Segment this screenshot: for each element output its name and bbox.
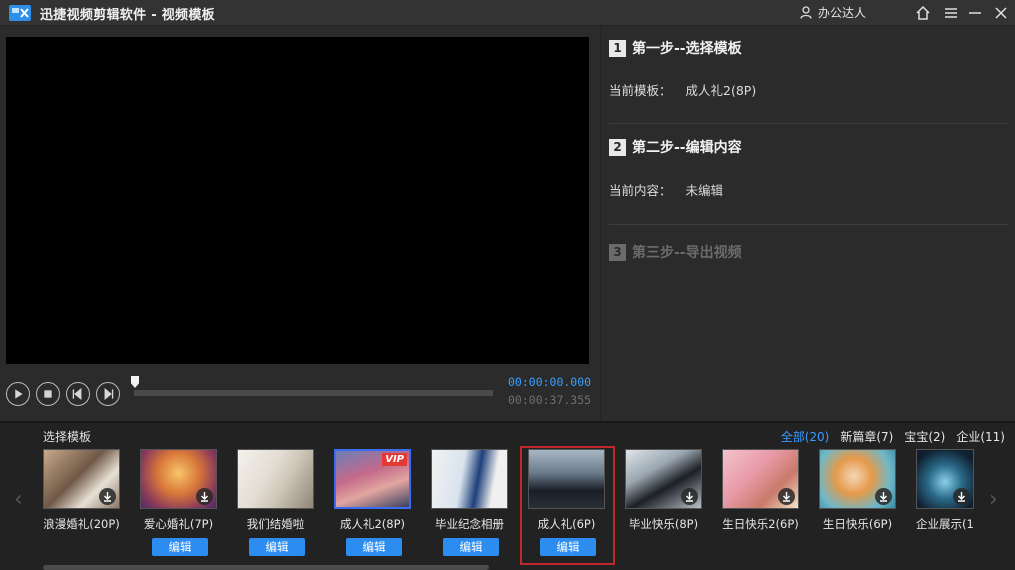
edit-button[interactable]: 编辑 xyxy=(249,538,305,556)
step-3-number: 3 xyxy=(609,243,626,261)
step-1-number: 1 xyxy=(609,39,626,57)
step-1-title: 1 第一步--选择模板 xyxy=(609,38,742,58)
template-name: 生日快乐(6P) xyxy=(822,517,893,531)
template-thumbnail[interactable] xyxy=(43,449,120,509)
close-icon[interactable] xyxy=(992,4,1010,22)
step-3-title: 3 第三步--导出视频 xyxy=(609,242,742,262)
scroll-right-icon[interactable]: › xyxy=(989,487,998,512)
user-icon xyxy=(800,6,812,19)
template-card[interactable]: 生日快乐2(6P) xyxy=(722,449,802,532)
category-tabs: 全部(20) 新篇章(7) 宝宝(2) 企业(11) xyxy=(781,428,1005,445)
step-2-number: 2 xyxy=(609,138,626,156)
step-1-label: 第一步--选择模板 xyxy=(632,41,742,57)
total-time: 00:00:37.355 xyxy=(508,393,592,407)
template-card[interactable]: 爱心婚礼(7P) 编辑 xyxy=(140,449,220,556)
template-thumbnail[interactable]: VIP xyxy=(334,449,411,509)
template-card[interactable]: 浪漫婚礼(20P) xyxy=(43,449,123,532)
current-content-label: 当前内容： xyxy=(609,183,672,198)
edit-button[interactable]: 编辑 xyxy=(346,538,402,556)
category-baby[interactable]: 宝宝(2) xyxy=(904,428,945,445)
template-selector: 选择模板 全部(20) 新篇章(7) 宝宝(2) 企业(11) ‹ › 浪漫婚礼… xyxy=(0,421,1015,570)
download-icon[interactable] xyxy=(953,488,970,505)
window-title: 迅捷视频剪辑软件 - 视频模板 xyxy=(40,8,215,23)
app-logo-icon xyxy=(9,5,31,21)
template-card[interactable]: 企业展示(1 xyxy=(916,449,976,532)
download-icon[interactable] xyxy=(778,488,795,505)
template-card[interactable]: 生日快乐(6P) xyxy=(819,449,899,532)
category-new-chapter[interactable]: 新篇章(7) xyxy=(840,428,893,445)
current-template-label: 当前模板： xyxy=(609,83,672,98)
download-icon[interactable] xyxy=(875,488,892,505)
edit-button[interactable]: 编辑 xyxy=(443,538,499,556)
download-icon[interactable] xyxy=(99,488,116,505)
minimize-icon[interactable] xyxy=(966,4,984,22)
menu-icon[interactable] xyxy=(942,4,960,22)
next-frame-button[interactable] xyxy=(96,382,120,406)
scroll-left-icon[interactable]: ‹ xyxy=(14,487,23,512)
template-thumbnail[interactable] xyxy=(819,449,896,509)
step-2-label: 第二步--编辑内容 xyxy=(632,140,742,156)
template-card[interactable]: 毕业纪念相册 编辑 xyxy=(431,449,511,556)
user-name: 办公达人 xyxy=(818,6,867,20)
category-all[interactable]: 全部(20) xyxy=(781,428,830,445)
current-template-info: 当前模板： 成人礼2(8P) xyxy=(609,80,756,99)
app-window: 迅捷视频剪辑软件 - 视频模板 办公达人 00:00:00.000 00:00:… xyxy=(0,0,1015,570)
step-3-label: 第三步--导出视频 xyxy=(632,245,742,261)
download-icon[interactable] xyxy=(196,488,213,505)
template-name: 企业展示(1 xyxy=(916,517,974,531)
template-name: 我们结婚啦 xyxy=(246,517,305,531)
template-name: 毕业纪念相册 xyxy=(435,517,504,531)
previous-frame-button[interactable] xyxy=(66,382,90,406)
category-business[interactable]: 企业(11) xyxy=(956,428,1005,445)
template-thumbnail[interactable] xyxy=(625,449,702,509)
step-divider xyxy=(609,123,1009,124)
current-content-info: 当前内容： 未编辑 xyxy=(609,180,723,199)
vip-badge: VIP xyxy=(382,453,407,466)
template-thumbnail[interactable] xyxy=(528,449,605,509)
edit-button[interactable]: 编辑 xyxy=(540,538,596,556)
edit-button[interactable]: 编辑 xyxy=(152,538,208,556)
template-name: 成人礼(6P) xyxy=(537,517,596,531)
step-2-title: 2 第二步--编辑内容 xyxy=(609,137,742,157)
template-name: 浪漫婚礼(20P) xyxy=(43,517,120,531)
template-name: 成人礼2(8P) xyxy=(339,517,406,531)
template-thumbnail[interactable] xyxy=(140,449,217,509)
timeline-track[interactable] xyxy=(134,390,493,396)
current-template-value: 成人礼2(8P) xyxy=(685,83,757,98)
select-template-label: 选择模板 xyxy=(43,430,92,444)
template-card[interactable]: 毕业快乐(8P) xyxy=(625,449,705,532)
template-thumbnail[interactable] xyxy=(431,449,508,509)
current-content-value: 未编辑 xyxy=(685,183,724,198)
step-divider xyxy=(609,224,1009,225)
play-button[interactable] xyxy=(6,382,30,406)
template-card[interactable]: VIP 成人礼2(8P) 编辑 xyxy=(334,449,414,556)
horizontal-scrollbar[interactable] xyxy=(43,565,489,570)
video-preview[interactable] xyxy=(6,37,589,364)
template-name: 毕业快乐(8P) xyxy=(628,517,699,531)
user-account[interactable]: 办公达人 xyxy=(800,4,866,21)
template-name: 爱心婚礼(7P) xyxy=(143,517,214,531)
stop-button[interactable] xyxy=(36,382,60,406)
template-thumbnail[interactable] xyxy=(722,449,799,509)
title-bar: 迅捷视频剪辑软件 - 视频模板 办公达人 xyxy=(0,0,1015,26)
template-card[interactable]: 我们结婚啦 编辑 xyxy=(237,449,317,556)
template-thumbnail[interactable] xyxy=(916,449,974,509)
steps-panel: 1 第一步--选择模板 当前模板： 成人礼2(8P) 2 第二步--编辑内容 当前… xyxy=(600,27,1015,420)
download-icon[interactable] xyxy=(681,488,698,505)
current-time: 00:00:00.000 xyxy=(508,375,592,389)
home-icon[interactable] xyxy=(914,4,932,22)
template-name: 生日快乐2(6P) xyxy=(722,517,799,531)
template-thumbnail[interactable] xyxy=(237,449,314,509)
template-card-selected[interactable]: 成人礼(6P) 编辑 xyxy=(520,446,615,565)
